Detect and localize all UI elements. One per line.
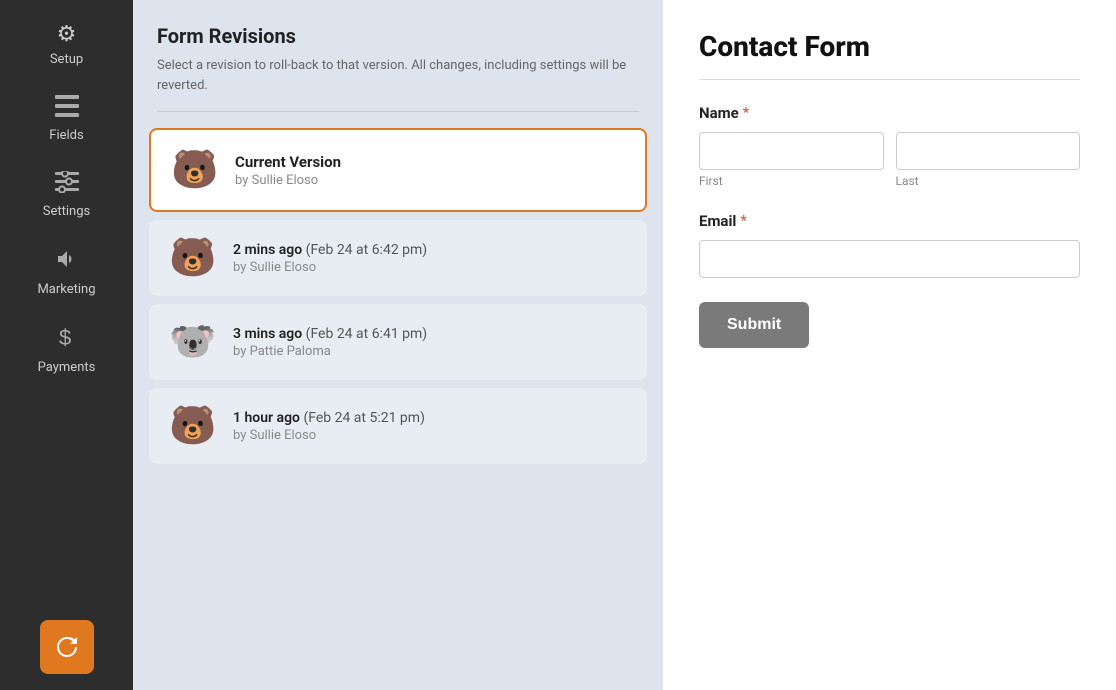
revision-time-0: 2 mins ago (Feb 24 at 6:42 pm) [233,242,427,258]
revision-card-1[interactable]: 🐨 3 mins ago (Feb 24 at 6:41 pm) by Patt… [149,304,647,380]
avatar-current: 🐻 [171,146,219,194]
revision-author-2: by Sullie Eloso [233,428,425,443]
name-field: Name * First Last [699,104,1080,188]
panel-header: Form Revisions Select a revision to roll… [133,0,663,111]
current-version-info: Current Version by Sullie Eloso [235,153,341,188]
current-version-card[interactable]: 🐻 Current Version by Sullie Eloso [149,128,647,212]
sidebar: ⚙ Setup Fields Setti [0,0,133,690]
revision-card-0[interactable]: 🐻 2 mins ago (Feb 24 at 6:42 pm) by Sull… [149,220,647,296]
avatar-revision-2: 🐻 [169,402,217,450]
svg-text:$: $ [59,325,71,349]
first-name-wrap: First [699,132,884,188]
contact-form-preview: Contact Form Name * First Last Email [663,0,1116,690]
name-fields-row: First Last [699,132,1080,188]
first-name-input[interactable] [699,132,884,170]
right-panel: Contact Form Name * First Last Email [663,0,1116,690]
sidebar-item-fields[interactable]: Fields [0,81,133,157]
revision-author-0: by Sullie Eloso [233,260,427,275]
form-title: Contact Form [699,30,1080,80]
revision-info-2: 1 hour ago (Feb 24 at 5:21 pm) by Sullie… [233,410,425,443]
sidebar-item-settings[interactable]: Settings [0,157,133,233]
current-version-author: by Sullie Eloso [235,173,341,188]
revisions-panel: Form Revisions Select a revision to roll… [133,0,663,690]
last-name-input[interactable] [896,132,1081,170]
payments-icon: $ [57,325,77,354]
revision-time-1: 3 mins ago (Feb 24 at 6:41 pm) [233,326,427,342]
name-label: Name * [699,104,1080,122]
fields-icon [55,95,79,122]
revision-info-0: 2 mins ago (Feb 24 at 6:42 pm) by Sullie… [233,242,427,275]
settings-icon [55,171,79,198]
current-version-label: Current Version [235,153,341,171]
revisions-button[interactable] [40,620,94,674]
email-label: Email * [699,212,1080,230]
panel-title: Form Revisions [157,24,639,48]
last-name-wrap: Last [896,132,1081,188]
sidebar-item-label-fields: Fields [49,128,83,143]
sidebar-item-marketing[interactable]: Marketing [0,233,133,311]
sidebar-item-label-setup: Setup [50,52,83,67]
avatar-revision-0: 🐻 [169,234,217,282]
last-sublabel: Last [896,174,1081,188]
sidebar-bottom [0,604,133,690]
sidebar-item-label-settings: Settings [43,204,90,219]
panel-description: Select a revision to roll-back to that v… [157,56,639,95]
revision-time-2: 1 hour ago (Feb 24 at 5:21 pm) [233,410,425,426]
sidebar-item-payments[interactable]: $ Payments [0,311,133,389]
name-required-star: * [743,105,749,121]
revision-author-1: by Pattie Paloma [233,344,427,359]
sidebar-item-setup[interactable]: ⚙ Setup [0,10,133,81]
submit-button[interactable]: Submit [699,302,809,348]
email-field: Email * [699,212,1080,278]
sidebar-item-label-payments: Payments [38,360,96,375]
gear-icon: ⚙ [57,24,77,46]
panel-content: 🐻 Current Version by Sullie Eloso 🐻 2 mi… [133,128,663,480]
sidebar-item-label-marketing: Marketing [37,282,95,297]
email-required-star: * [740,213,746,229]
avatar-revision-1: 🐨 [169,318,217,366]
revision-card-2[interactable]: 🐻 1 hour ago (Feb 24 at 5:21 pm) by Sull… [149,388,647,464]
marketing-icon [55,247,79,276]
divider [157,111,639,112]
revision-info-1: 3 mins ago (Feb 24 at 6:41 pm) by Pattie… [233,326,427,359]
first-sublabel: First [699,174,884,188]
email-input[interactable] [699,240,1080,278]
